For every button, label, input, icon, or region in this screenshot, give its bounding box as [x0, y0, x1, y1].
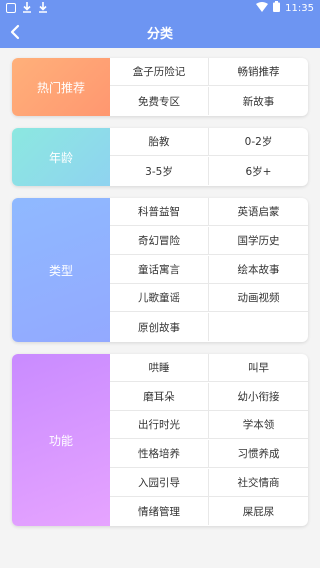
category-card-type: 类型 科普益智 英语启蒙 奇幻冒险 国学历史 童话寓言 绘本故事 儿歌童谣 动画… [12, 198, 308, 342]
category-grid-age: 胎教 0-2岁 3-5岁 6岁+ [110, 128, 308, 186]
category-item[interactable]: 国学历史 [209, 227, 308, 255]
category-item[interactable]: 幼小衔接 [209, 383, 308, 411]
category-item[interactable]: 儿歌童谣 [110, 284, 209, 313]
category-label-func[interactable]: 功能 [12, 354, 110, 526]
category-card-age: 年龄 胎教 0-2岁 3-5岁 6岁+ [12, 128, 308, 186]
category-item[interactable]: 社交情商 [209, 469, 308, 497]
category-item[interactable]: 童话寓言 [110, 255, 209, 284]
category-item[interactable]: 学本领 [209, 411, 308, 440]
download-icon [22, 2, 32, 13]
category-item[interactable]: 奇幻冒险 [110, 226, 209, 255]
category-item[interactable]: 6岁+ [209, 157, 308, 185]
category-card-hot: 热门推荐 盒子历险记 畅销推荐 免费专区 新故事 [12, 58, 308, 116]
category-item[interactable]: 畅销推荐 [209, 58, 308, 86]
category-item[interactable]: 胎教 [110, 128, 209, 156]
page-title: 分类 [146, 27, 173, 42]
category-item[interactable]: 3-5岁 [110, 157, 209, 185]
category-grid-type: 科普益智 英语启蒙 奇幻冒险 国学历史 童话寓言 绘本故事 儿歌童谣 动画视频 … [110, 198, 308, 342]
download-icon [38, 2, 48, 13]
category-grid-hot: 盒子历险记 畅销推荐 免费专区 新故事 [110, 58, 308, 116]
wifi-icon [256, 1, 269, 15]
category-item[interactable]: 科普益智 [110, 198, 209, 226]
category-label-type[interactable]: 类型 [12, 198, 110, 342]
category-item[interactable]: 哄睡 [110, 354, 209, 382]
category-item[interactable]: 绘本故事 [209, 256, 308, 284]
category-item[interactable]: 盒子历险记 [110, 58, 209, 86]
category-item[interactable]: 新故事 [209, 87, 308, 115]
category-item[interactable]: 性格培养 [110, 439, 209, 468]
category-item-empty [209, 313, 308, 341]
status-time: 11:35 [285, 2, 314, 14]
category-card-func: 功能 哄睡 叫早 磨耳朵 幼小衔接 出行时光 学本领 性格培养 习惯养成 入园引… [12, 354, 308, 526]
category-grid-func: 哄睡 叫早 磨耳朵 幼小衔接 出行时光 学本领 性格培养 习惯养成 入园引导 社… [110, 354, 308, 526]
category-item[interactable]: 动画视频 [209, 284, 308, 313]
category-item[interactable]: 入园引导 [110, 468, 209, 497]
status-bar: 11:35 [0, 0, 320, 16]
category-item[interactable]: 0-2岁 [209, 128, 308, 156]
category-item[interactable]: 屎屁尿 [209, 497, 308, 525]
category-label-age[interactable]: 年龄 [12, 128, 110, 186]
app-icon [6, 2, 16, 13]
app-header: 分类 [0, 16, 320, 48]
category-label-hot[interactable]: 热门推荐 [12, 58, 110, 116]
category-item[interactable]: 英语启蒙 [209, 198, 308, 226]
category-item[interactable]: 磨耳朵 [110, 382, 209, 411]
category-item[interactable]: 免费专区 [110, 87, 209, 115]
category-item[interactable]: 出行时光 [110, 411, 209, 440]
category-item[interactable]: 叫早 [209, 354, 308, 382]
battery-icon [273, 1, 281, 15]
category-item[interactable]: 习惯养成 [209, 440, 308, 468]
category-item[interactable]: 情绪管理 [110, 497, 209, 526]
category-item[interactable]: 原创故事 [110, 313, 209, 342]
